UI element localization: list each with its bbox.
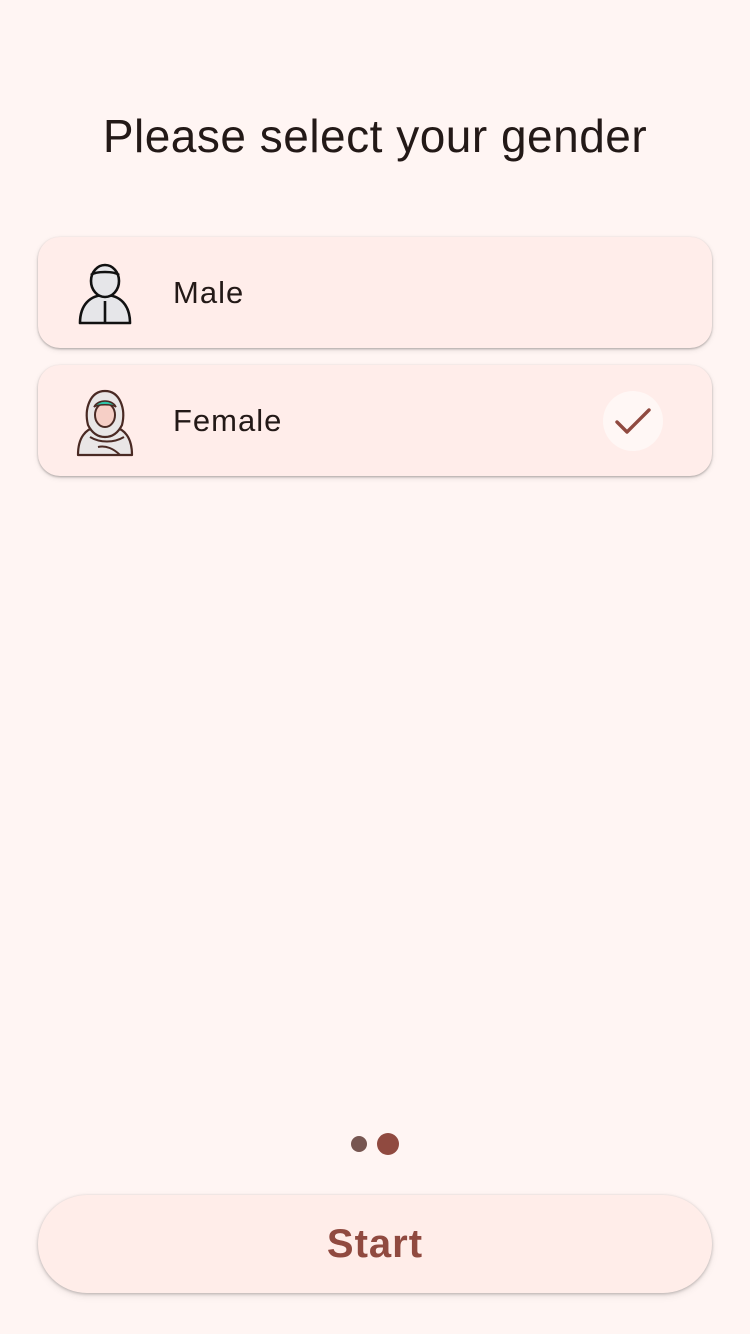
- gender-option-female[interactable]: Female: [38, 365, 712, 476]
- page-dot-2-active: [377, 1133, 399, 1155]
- gender-option-male[interactable]: Male: [38, 237, 712, 348]
- page-title: Please select your gender: [102, 110, 648, 162]
- page-indicator: [0, 1132, 750, 1156]
- male-avatar-icon: [78, 263, 132, 325]
- gender-option-label: Male: [173, 275, 245, 310]
- start-button[interactable]: Start: [38, 1195, 712, 1293]
- gender-option-label: Female: [173, 403, 283, 438]
- page-dot-1: [351, 1136, 367, 1152]
- female-avatar-icon: [76, 389, 134, 457]
- check-icon: [603, 391, 663, 451]
